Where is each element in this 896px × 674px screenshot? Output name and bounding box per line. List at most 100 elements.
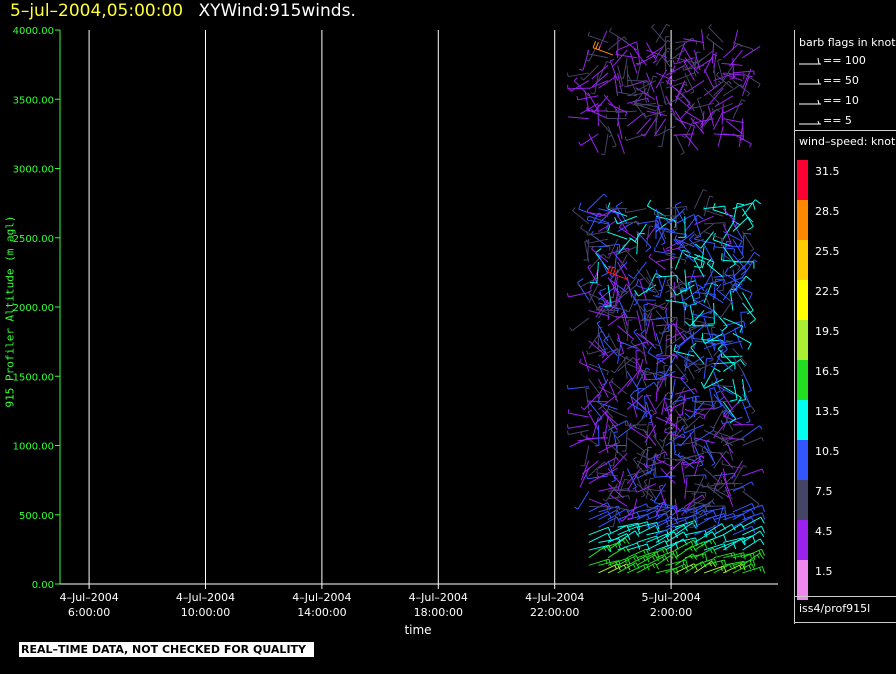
- wind-barb-flag: [633, 302, 638, 306]
- wind-barb: [626, 65, 629, 87]
- wind-barb-flag: [723, 279, 726, 284]
- wind-barb-flag: [659, 307, 664, 311]
- wind-barb: [631, 498, 638, 520]
- wind-barb-flag: [627, 509, 630, 514]
- wind-barb-flag: [653, 247, 656, 252]
- wind-barb: [741, 233, 745, 255]
- wind-barb-flag: [566, 72, 569, 77]
- wind-barb-flag: [716, 390, 721, 394]
- wind-barb: [598, 348, 619, 357]
- wind-barb-flag: [586, 474, 588, 479]
- wind-barb-flag: [761, 468, 765, 473]
- wind-barb-flag: [714, 405, 722, 410]
- y-tick-label: 0.00: [32, 580, 54, 591]
- wind-barb: [656, 354, 678, 357]
- wind-barb-flag: [727, 242, 732, 246]
- wind-barb-flag: [629, 390, 636, 397]
- wind-barb: [722, 43, 740, 59]
- wind-barb: [651, 320, 657, 342]
- wind-barb-flag: [586, 239, 588, 244]
- wind-barb-flag: [609, 311, 614, 314]
- wind-barb: [633, 261, 647, 279]
- wind-barb-flag: [694, 233, 698, 238]
- wind-barb-flag: [630, 102, 635, 106]
- wind-barb: [598, 118, 613, 136]
- wind-barb: [716, 356, 734, 372]
- wind-barb: [568, 412, 589, 418]
- wind-barb-flag: [754, 199, 762, 205]
- x-tick-time: 6:00:00: [68, 606, 110, 619]
- wind-barb: [655, 358, 659, 380]
- barb-flag-10-label: == 10: [823, 94, 859, 107]
- wind-barb-flag: [715, 71, 720, 76]
- wind-barb: [711, 400, 733, 403]
- x-tick-time: 10:00:00: [181, 606, 230, 619]
- wind-barb-flag: [746, 92, 751, 97]
- wind-barb-flag: [730, 399, 738, 402]
- x-tick-date: 4–Jul–2004: [292, 591, 351, 604]
- wind-barb-flag: [743, 464, 748, 468]
- wind-barb-flag: [580, 76, 584, 81]
- wind-barb: [626, 437, 645, 452]
- wind-barb: [703, 243, 715, 263]
- wind-barb: [712, 409, 724, 429]
- legend-panel: barb flags in knots == 100 == 50 == 10 =…: [794, 30, 896, 624]
- wind-barb-flag: [635, 278, 640, 286]
- wind-barb-flag: [697, 512, 701, 516]
- wind-barb-flag: [587, 264, 592, 268]
- wind-barb: [588, 35, 609, 43]
- x-tick-date: 4–Jul–2004: [409, 591, 468, 604]
- wind-barb-flag: [751, 410, 756, 414]
- wind-barb-flag: [578, 141, 582, 146]
- wind-barb-flag: [706, 482, 710, 487]
- wind-barb-flag: [664, 428, 667, 433]
- wind-barb-flag: [750, 248, 755, 252]
- y-tick-label: 4000.00: [13, 26, 54, 37]
- wind-barb: [625, 208, 647, 213]
- wind-barb-flag: [720, 420, 724, 425]
- wind-barb-flag: [609, 525, 614, 528]
- wind-barb: [607, 231, 628, 240]
- wind-barb-flag: [712, 232, 716, 240]
- wind-barb: [665, 461, 682, 477]
- barb-flag-5-label: == 5: [823, 114, 852, 127]
- wind-barb-flag: [600, 436, 605, 439]
- wind-barb-flag: [744, 232, 752, 235]
- wind-barb-flag: [706, 33, 710, 38]
- wind-barb-flag: [721, 326, 728, 332]
- wind-barb-flag: [607, 527, 612, 535]
- wind-barb-flag: [701, 337, 706, 344]
- wind-barb-flag: [710, 261, 715, 269]
- wind-barb-flag: [632, 486, 637, 490]
- wind-barb-flag: [752, 202, 756, 210]
- wind-barb-flag: [751, 48, 754, 53]
- wind-barb: [607, 312, 626, 327]
- wind-barb: [626, 133, 647, 141]
- x-tick-time: 14:00:00: [297, 606, 346, 619]
- x-tick-date: 4–Jul–2004: [176, 591, 235, 604]
- wind-barb-flag: [661, 549, 665, 554]
- wind-barb-flag: [640, 494, 645, 498]
- wind-barb: [702, 451, 724, 454]
- wind-barb-flag: [661, 242, 666, 245]
- y-tick-label: 1500.00: [13, 372, 54, 383]
- wind-barb-flag: [569, 327, 573, 332]
- wind-barb: [721, 103, 724, 125]
- wind-barb-flag: [624, 208, 627, 213]
- wind-barb: [625, 430, 628, 452]
- wind-barb-flag: [566, 430, 569, 435]
- wind-barb-flag: [752, 535, 756, 543]
- wind-barb-flag: [646, 341, 649, 346]
- wind-barb-flag: [580, 464, 585, 467]
- wind-barb-flag: [672, 60, 675, 65]
- wind-barb-flag: [726, 240, 731, 243]
- wind-barb-flag: [709, 359, 714, 363]
- wind-barb-flag: [674, 234, 677, 239]
- wind-barb-flag: [624, 537, 630, 545]
- wind-barb: [711, 42, 715, 64]
- wind-barb: [674, 249, 684, 270]
- wind-barb: [703, 69, 715, 89]
- wind-barb: [669, 111, 686, 127]
- wind-barb: [681, 462, 686, 484]
- wind-barb-flag: [721, 253, 723, 261]
